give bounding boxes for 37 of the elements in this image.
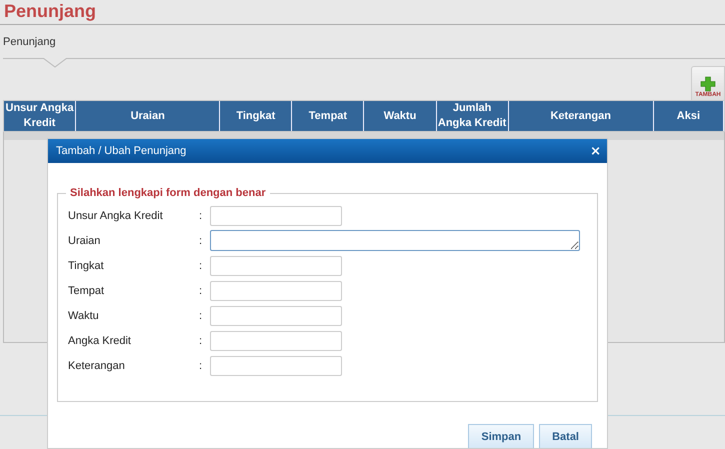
input-field[interactable]	[210, 280, 342, 300]
textarea-field[interactable]	[210, 230, 580, 251]
column-header: Tingkat	[220, 101, 292, 131]
page-title: Penunjang	[0, 0, 725, 25]
colon: :	[199, 210, 204, 222]
colon: :	[199, 234, 204, 246]
field-label: Angka Kredit	[68, 334, 132, 346]
field-label: Keterangan	[68, 360, 126, 372]
colon: :	[199, 334, 204, 346]
input-field[interactable]	[210, 306, 342, 326]
plus-icon	[700, 76, 716, 92]
form-legend: Silahkan lengkapi form dengan benar	[66, 187, 270, 199]
dialog-button[interactable]: Batal	[539, 424, 592, 448]
colon: :	[199, 310, 204, 322]
dialog-button[interactable]: Simpan	[468, 424, 534, 448]
column-header: Unsur Angka Kredit	[4, 101, 76, 131]
input-field[interactable]	[210, 206, 342, 226]
colon: :	[199, 260, 204, 272]
field-label: Waktu	[68, 310, 100, 322]
column-header: Jumlah Angka Kredit	[436, 101, 509, 131]
column-header: Waktu	[364, 101, 437, 131]
dialog-title: Tambah / Ubah Penunjang	[56, 145, 186, 157]
input-field[interactable]	[210, 356, 342, 376]
colon: :	[199, 360, 204, 372]
field-label: Unsur Angka Kredit	[68, 210, 164, 222]
close-button[interactable]: ×	[590, 144, 601, 158]
field-label: Tempat	[68, 284, 106, 296]
column-header: Aksi	[654, 101, 724, 131]
column-header: Tempat	[292, 101, 364, 131]
breadcrumb: Penunjang	[2, 35, 56, 50]
colon: :	[199, 284, 204, 296]
column-header: Uraian	[76, 101, 220, 131]
field-label: Tingkat	[68, 260, 105, 272]
input-field[interactable]	[210, 330, 342, 350]
input-field[interactable]	[210, 256, 342, 276]
column-header: Keterangan	[508, 101, 654, 131]
field-label: Uraian	[68, 234, 102, 246]
